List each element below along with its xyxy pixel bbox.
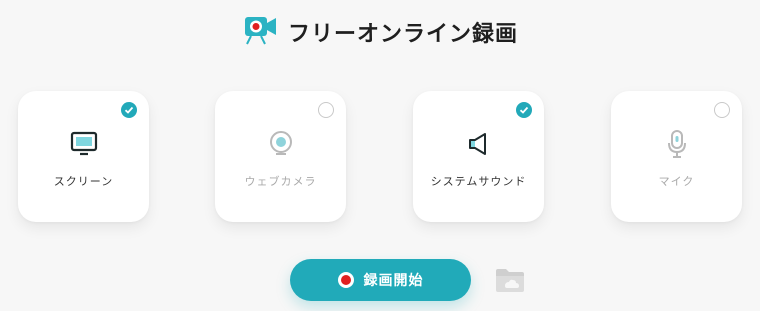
monitor-icon <box>18 127 149 161</box>
folder-icon[interactable] <box>494 266 526 294</box>
microphone-icon <box>611 127 742 161</box>
source-card-system-sound[interactable]: システムサウンド <box>413 91 544 222</box>
checkmark-icon <box>519 106 529 114</box>
app-header: フリーオンライン録画 <box>0 14 760 50</box>
source-card-microphone[interactable]: マイク <box>611 91 742 222</box>
start-recording-button[interactable]: 録画開始 <box>290 259 471 301</box>
page-title: フリーオンライン録画 <box>287 22 518 47</box>
camera-record-logo-icon <box>242 14 278 50</box>
webcam-label: ウェブカメラ <box>244 175 317 188</box>
microphone-checkbox[interactable] <box>714 102 730 118</box>
system-sound-checkbox[interactable] <box>516 102 532 118</box>
webcam-checkbox[interactable] <box>318 102 334 118</box>
source-card-screen[interactable]: スクリーン <box>18 91 149 222</box>
microphone-label: マイク <box>658 175 695 188</box>
screen-checkbox[interactable] <box>121 102 137 118</box>
record-dot-icon <box>337 272 354 288</box>
system-sound-label: システムサウンド <box>430 175 527 188</box>
start-recording-label: 録画開始 <box>363 272 424 288</box>
screen-label: スクリーン <box>53 175 114 188</box>
source-card-webcam[interactable]: ウェブカメラ <box>215 91 346 222</box>
source-cards: スクリーン ウェブカメラ システムサウンド マイク <box>0 91 760 223</box>
speaker-icon <box>413 127 544 161</box>
checkmark-icon <box>124 106 134 114</box>
webcam-icon <box>215 127 346 161</box>
